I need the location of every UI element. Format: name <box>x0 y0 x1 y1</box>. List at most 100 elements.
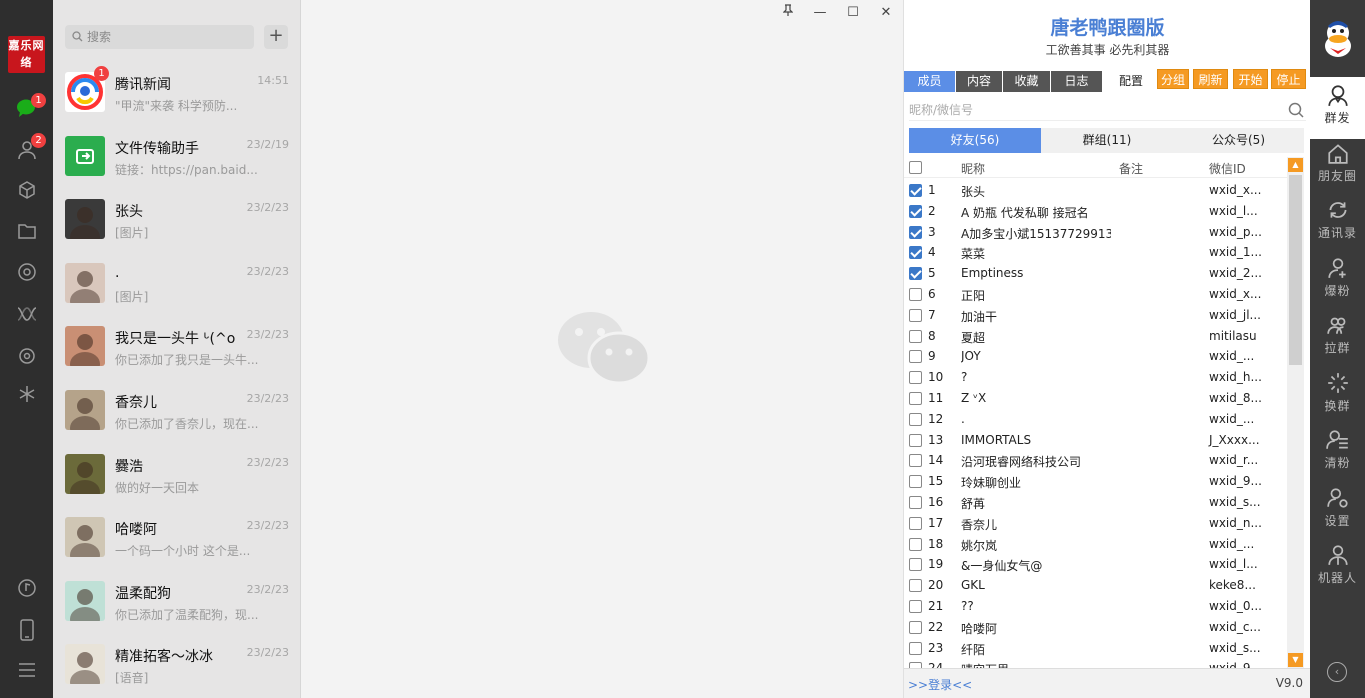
table-row[interactable]: 6 正阳 wxid_x... <box>904 284 1287 305</box>
table-row[interactable]: 21?? wxid_0... <box>904 596 1287 617</box>
row-checkbox[interactable] <box>909 579 922 593</box>
row-checkbox[interactable] <box>909 288 922 301</box>
chat-item[interactable]: 香奈儿 23/2/23 你已添加了香奈儿，现在... <box>53 379 300 443</box>
row-checkbox[interactable] <box>909 496 922 509</box>
table-row[interactable]: 11 Z ᵛX wxid_8... <box>904 388 1287 409</box>
chat-item[interactable]: 腾讯新闻 14:51 "甲流"来袭 科学预防... 1 <box>53 61 300 125</box>
select-all-checkbox[interactable] <box>909 161 922 174</box>
table-row[interactable]: 17 香奈儿 wxid_n... <box>904 513 1287 534</box>
chat-icon[interactable]: 1 <box>15 93 46 120</box>
rnav-item[interactable]: 换群 <box>1310 365 1365 427</box>
close-button[interactable]: ✕ <box>875 4 897 22</box>
table-row[interactable]: 2 A 奶瓶 代发私聊 接冠名 wxid_l... <box>904 201 1287 222</box>
contacts-icon[interactable]: 2 <box>15 133 46 162</box>
tab-content[interactable]: 内容 <box>955 71 1002 92</box>
collapse-icon[interactable]: ‹ <box>1327 662 1347 682</box>
rnav-item[interactable]: 机器人 <box>1310 537 1365 599</box>
rnav-item[interactable]: 朋友圈 <box>1310 135 1365 197</box>
maximize-button[interactable]: ☐ <box>842 4 864 22</box>
table-row[interactable]: 20 GKL keke8... <box>904 575 1287 596</box>
row-checkbox[interactable] <box>909 558 922 572</box>
row-checkbox[interactable] <box>909 537 922 551</box>
row-checkbox[interactable] <box>909 350 922 364</box>
row-checkbox[interactable] <box>909 475 922 489</box>
table-row[interactable]: 8 夏超 mitilasu <box>904 326 1287 347</box>
music-icon[interactable] <box>15 576 39 600</box>
chat-item[interactable]: . 23/2/23 [图片] <box>53 252 300 316</box>
table-row[interactable]: 7 加油干 wxid_jl... <box>904 305 1287 326</box>
row-checkbox[interactable] <box>909 246 922 260</box>
row-checkbox[interactable] <box>909 225 922 239</box>
subtab-official[interactable]: 公众号(5) <box>1173 128 1304 153</box>
tab-favorites[interactable]: 收藏 <box>1002 71 1050 92</box>
row-checkbox[interactable] <box>909 371 922 385</box>
group-button[interactable]: 分组 <box>1157 69 1189 89</box>
cube-icon[interactable] <box>15 178 39 202</box>
start-button[interactable]: 开始 <box>1233 69 1268 89</box>
rnav-item[interactable]: 爆粉 <box>1310 250 1365 312</box>
tab-members[interactable]: 成员 <box>904 71 955 92</box>
table-row[interactable]: 9 JOY wxid_... <box>904 346 1287 367</box>
chat-item[interactable]: 我只是一头牛 ᒡ(^o 23/2/23 你已添加了我只是一头牛... <box>53 315 300 379</box>
row-checkbox[interactable] <box>909 267 922 281</box>
rnav-item[interactable]: 拉群 <box>1310 307 1365 369</box>
table-row[interactable]: 12. wxid_... <box>904 409 1287 430</box>
search-input[interactable]: 搜索 <box>65 25 254 49</box>
mini-program-icon[interactable] <box>15 382 39 406</box>
login-link[interactable]: >>登录<< <box>908 676 972 693</box>
table-row[interactable]: 16 舒苒 wxid_s... <box>904 492 1287 513</box>
tab-config[interactable]: 配置 <box>1114 71 1148 92</box>
rnav-item[interactable]: 清粉 <box>1310 422 1365 484</box>
tab-log[interactable]: 日志 <box>1050 71 1102 92</box>
row-checkbox[interactable] <box>909 184 922 197</box>
phone-icon[interactable] <box>15 618 39 642</box>
table-row[interactable]: 15 玲妹聊创业 wxid_9... <box>904 471 1287 492</box>
scroll-thumb[interactable] <box>1289 175 1302 365</box>
table-row[interactable]: 5 Emptiness wxid_2... <box>904 263 1287 284</box>
row-checkbox[interactable] <box>909 329 922 343</box>
list-scrollbar[interactable]: ▲ ▼ <box>1287 157 1304 668</box>
row-checkbox[interactable] <box>909 204 922 218</box>
table-row[interactable]: 22 哈喽阿 wxid_c... <box>904 617 1287 638</box>
search-web-icon[interactable] <box>15 344 39 368</box>
rnav-item[interactable]: 设置 <box>1310 480 1365 542</box>
row-checkbox[interactable] <box>909 516 922 530</box>
table-row[interactable]: 13 IMMORTALS J_Xxxx... <box>904 430 1287 451</box>
rnav-item[interactable]: 通讯录 <box>1310 192 1365 254</box>
chat-item[interactable]: 精准拓客～冰冰 23/2/23 [语音] <box>53 633 300 697</box>
minimize-button[interactable]: — <box>809 4 831 22</box>
table-row[interactable]: 1 张头 wxid_x... <box>904 180 1287 201</box>
row-checkbox[interactable] <box>909 308 922 322</box>
row-checkbox[interactable] <box>909 392 922 405</box>
subtab-friends[interactable]: 好友(56) <box>909 128 1041 153</box>
refresh-button[interactable]: 刷新 <box>1193 69 1228 89</box>
folder-icon[interactable] <box>15 219 39 243</box>
pin-button[interactable] <box>777 4 799 22</box>
rnav-item[interactable]: 群发 <box>1310 77 1365 139</box>
table-row[interactable]: 10? wxid_h... <box>904 367 1287 388</box>
chat-item[interactable]: 哈喽阿 23/2/23 一个码一个小时 这个是... <box>53 506 300 570</box>
row-checkbox[interactable] <box>909 454 922 468</box>
chat-item[interactable]: 温柔配狗 23/2/23 你已添加了温柔配狗，现... <box>53 570 300 634</box>
add-button[interactable]: + <box>264 25 288 49</box>
chat-item[interactable]: 张头 23/2/23 [图片] <box>53 188 300 252</box>
table-row[interactable]: 14 沿河珉睿网络科技公司 wxid_r... <box>904 450 1287 471</box>
subtab-groups[interactable]: 群组(11) <box>1041 128 1173 153</box>
scroll-down-icon[interactable]: ▼ <box>1288 653 1303 667</box>
channels-icon[interactable] <box>15 302 39 326</box>
table-row[interactable]: 23 纤陌 wxid_s... <box>904 638 1287 659</box>
table-row[interactable]: 3 A加多宝小斌15137729913 wxid_p... <box>904 222 1287 243</box>
row-checkbox[interactable] <box>909 433 922 447</box>
row-checkbox[interactable] <box>909 600 922 613</box>
table-row[interactable]: 19 &一身仙女气@ wxid_l... <box>904 554 1287 575</box>
table-row[interactable]: 4 菜菜 wxid_1... <box>904 242 1287 263</box>
contact-search-input[interactable]: 昵称/微信号 <box>909 99 1306 121</box>
row-checkbox[interactable] <box>909 620 922 634</box>
menu-icon[interactable] <box>15 658 39 682</box>
chat-item[interactable]: 文件传输助手 23/2/19 链接：https://pan.baid... <box>53 125 300 189</box>
stop-button[interactable]: 停止 <box>1271 69 1306 89</box>
chat-item[interactable]: 爨浩 23/2/23 做的好一天回本 <box>53 443 300 507</box>
search-icon[interactable] <box>1288 102 1304 118</box>
row-checkbox[interactable] <box>909 412 922 426</box>
table-row[interactable]: 18 姚尔岚 wxid_... <box>904 534 1287 555</box>
